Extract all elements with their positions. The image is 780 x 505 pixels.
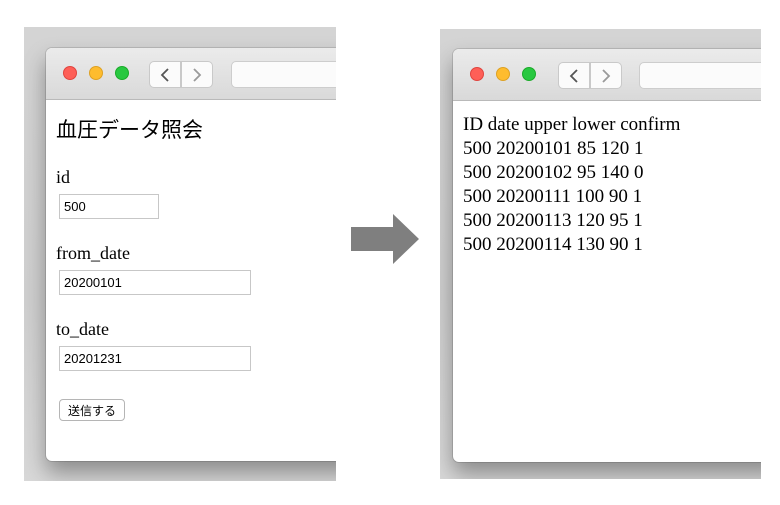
chevron-right-icon xyxy=(602,68,611,83)
to-date-input[interactable] xyxy=(59,346,251,371)
from-date-input[interactable] xyxy=(59,270,251,295)
result-row: 500 20200101 85 120 1 xyxy=(463,138,644,159)
minimize-window-button[interactable] xyxy=(89,66,103,80)
result-window-toolbar xyxy=(453,49,761,101)
form-screenshot-panel: 血圧データ照会 id from_date to_date 送信する xyxy=(24,27,336,481)
minimize-window-button[interactable] xyxy=(496,67,510,81)
close-window-button[interactable] xyxy=(63,66,77,80)
result-header-line: ID date upper lower confirm xyxy=(463,114,681,135)
form-page-content: 血圧データ照会 id from_date to_date 送信する xyxy=(46,100,336,461)
forward-button[interactable] xyxy=(590,62,622,89)
page-title: 血圧データ照会 xyxy=(56,118,203,142)
result-row: 500 20200114 130 90 1 xyxy=(463,234,643,255)
forward-button[interactable] xyxy=(181,61,213,88)
result-page-content: ID date upper lower confirm 500 20200101… xyxy=(453,101,761,462)
id-label: id xyxy=(56,167,71,187)
chevron-right-icon xyxy=(193,67,202,82)
zoom-window-button[interactable] xyxy=(115,66,129,80)
form-browser-window: 血圧データ照会 id from_date to_date 送信する xyxy=(46,48,336,461)
back-button[interactable] xyxy=(558,62,590,89)
chevron-left-icon xyxy=(569,68,578,83)
back-button[interactable] xyxy=(149,61,181,88)
result-row: 500 20200111 100 90 1 xyxy=(463,186,643,207)
submit-button[interactable]: 送信する xyxy=(59,399,126,421)
id-input[interactable] xyxy=(59,194,159,219)
arrow-right-icon xyxy=(351,214,419,264)
chevron-left-icon xyxy=(160,67,169,82)
to-date-label: to_date xyxy=(56,319,109,339)
address-bar[interactable] xyxy=(231,61,336,88)
close-window-button[interactable] xyxy=(470,67,484,81)
result-screenshot-panel: ID date upper lower confirm 500 20200101… xyxy=(440,29,761,479)
result-row: 500 20200102 95 140 0 xyxy=(463,162,644,183)
zoom-window-button[interactable] xyxy=(522,67,536,81)
result-browser-window: ID date upper lower confirm 500 20200101… xyxy=(453,49,761,462)
address-bar[interactable] xyxy=(639,62,761,89)
form-window-toolbar xyxy=(46,48,336,100)
result-row: 500 20200113 120 95 1 xyxy=(463,210,643,231)
from-date-label: from_date xyxy=(56,243,130,263)
